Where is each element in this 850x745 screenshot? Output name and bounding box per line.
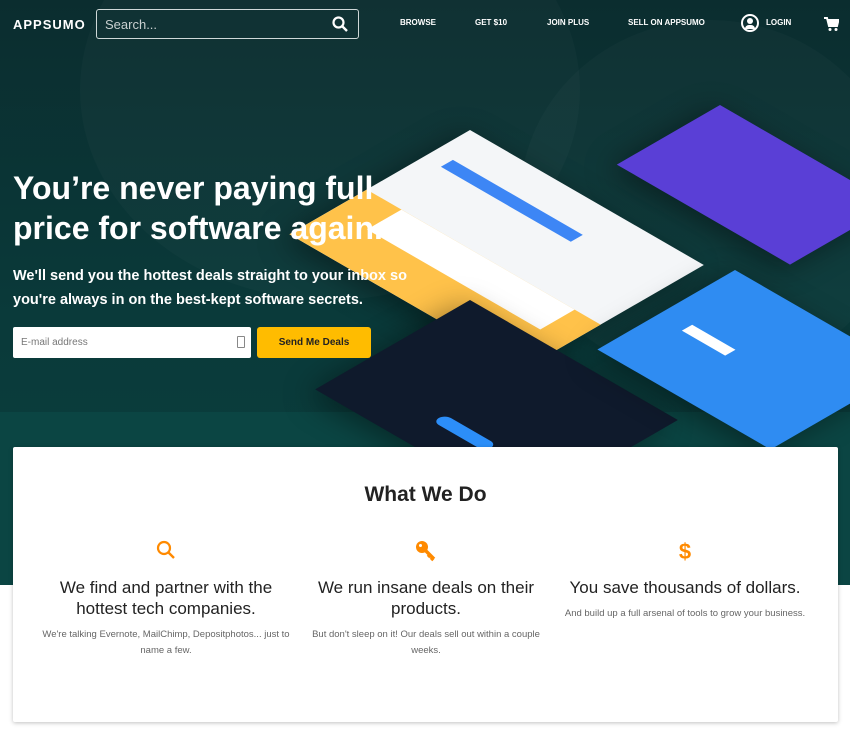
user-icon[interactable]: [741, 14, 759, 32]
feature-text: We're talking Evernote, MailChimp, Depos…: [42, 629, 290, 656]
nav-browse[interactable]: BROWSE: [400, 18, 436, 27]
section-title: What We Do: [364, 483, 487, 506]
search-placeholder: Search...: [105, 16, 158, 32]
feature-item: $ You save thousands of dollars. And bui…: [555, 539, 815, 622]
feature-heading: We find and partner with the hottest tec…: [59, 578, 273, 618]
feature-text: But don't sleep on it! Our deals sell ou…: [312, 629, 540, 656]
send-me-deals-button[interactable]: Send Me Deals: [257, 327, 371, 358]
what-we-do-card: What We Do We find and partner with the …: [13, 447, 838, 722]
feature-item: We find and partner with the hottest tec…: [36, 539, 296, 659]
feature-heading: You save thousands of dollars.: [569, 578, 801, 597]
top-nav: APPSUMO Search... BROWSE GET $10 JOIN PL…: [0, 0, 850, 47]
nav-sell-on-appsumo[interactable]: SELL ON APPSUMO: [628, 18, 705, 27]
feature-heading: We run insane deals on their products.: [317, 578, 535, 618]
email-placeholder: E-mail address: [21, 337, 88, 348]
hero-title: You’re never paying full price for softw…: [13, 170, 383, 246]
feature-text: And build up a full arsenal of tools to …: [564, 608, 806, 619]
feature-item: We run insane deals on their products. B…: [296, 539, 556, 659]
nav-login[interactable]: LOGIN: [766, 18, 791, 27]
appsumo-logo[interactable]: APPSUMO: [13, 17, 86, 32]
autofill-icon: [237, 336, 245, 348]
hero-subtitle: We'll send you the hottest deals straigh…: [13, 268, 407, 308]
cart-icon[interactable]: [823, 16, 839, 32]
nav-join-plus[interactable]: JOIN PLUS: [547, 18, 589, 27]
dollar-icon: $: [678, 539, 692, 564]
nav-get-10[interactable]: GET $10: [475, 18, 507, 27]
key-icon: [416, 541, 436, 562]
search-icon: [156, 540, 175, 559]
search-input[interactable]: Search...: [96, 9, 359, 39]
search-icon[interactable]: [332, 16, 348, 32]
email-input[interactable]: E-mail address: [13, 327, 251, 358]
